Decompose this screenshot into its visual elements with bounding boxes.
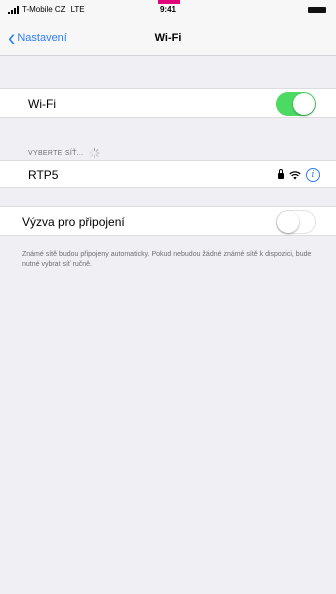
network-row[interactable]: RTP5 i — [0, 160, 336, 188]
battery-icon — [308, 7, 326, 13]
lock-icon — [278, 169, 284, 179]
wifi-label: Wi-Fi — [28, 97, 56, 111]
wifi-toggle[interactable] — [276, 92, 316, 116]
networks-section-title: VYBERTE SÍŤ... — [28, 149, 84, 157]
toggle-knob — [293, 93, 315, 115]
loading-spinner-icon — [89, 148, 100, 158]
page-title: Wi-Fi — [154, 32, 182, 44]
status-time: 9:41 — [159, 5, 176, 14]
wifi-row: Wi-Fi — [0, 88, 336, 118]
ask-to-join-note: Známé sítě budou připojeny automaticky. … — [22, 251, 312, 268]
status-bar: T-Mobile CZ LTE 9:41 — [0, 0, 336, 20]
toggle-knob — [277, 211, 299, 233]
ask-to-join-label: Výzva pro připojení — [22, 215, 125, 229]
navigation-bar: ‹ Nastavení Wi-Fi — [0, 20, 336, 56]
network-name: RTP5 — [28, 168, 59, 182]
networks-section-header: VYBERTE SÍŤ... — [28, 148, 100, 158]
ask-to-join-toggle[interactable] — [276, 210, 316, 234]
ask-to-join-row: Výzva pro připojení — [0, 206, 336, 236]
wifi-signal-icon — [289, 170, 301, 179]
network-row-icons: i — [278, 161, 320, 189]
info-icon[interactable]: i — [306, 168, 320, 182]
